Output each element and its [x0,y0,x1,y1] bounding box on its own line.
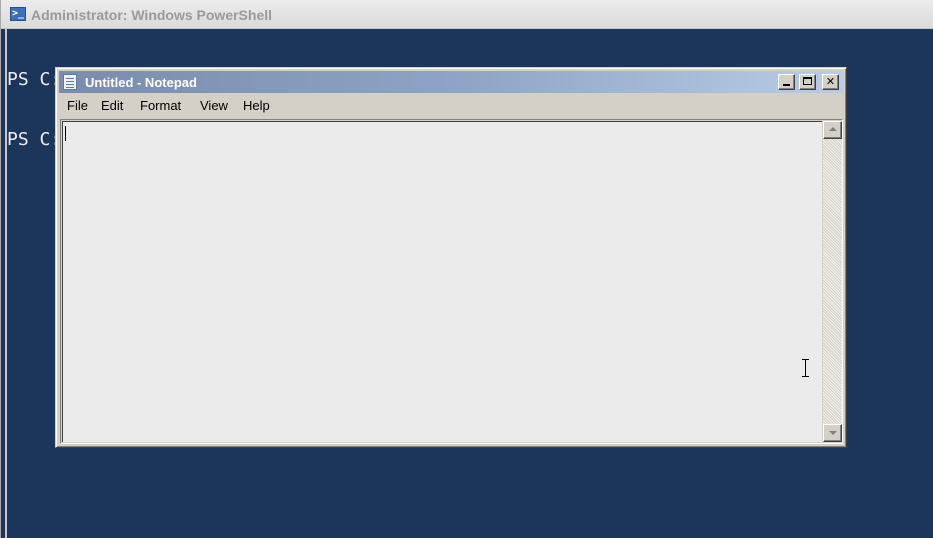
powershell-titlebar[interactable]: >_ Administrator: Windows PowerShell [1,0,933,29]
menu-file[interactable]: File [67,98,88,113]
window-title: Administrator: Windows PowerShell [31,7,273,23]
arrow-up-icon [829,127,837,131]
menu-help[interactable]: Help [243,98,270,113]
notepad-titlebar[interactable]: Untitled - Notepad ✕ [59,71,843,93]
notepad-window: Untitled - Notepad ✕ File Edit Format Vi… [55,67,847,448]
menu-format[interactable]: Format [140,98,181,113]
maximize-icon [803,77,812,85]
vertical-scrollbar[interactable] [823,121,842,442]
scroll-up-button[interactable] [823,121,842,139]
ibeam-cursor-icon [801,359,810,377]
menu-edit[interactable]: Edit [101,98,123,113]
menu-view[interactable]: View [200,98,228,113]
arrow-down-icon [829,431,837,435]
minimize-button[interactable] [778,74,795,90]
notepad-title: Untitled - Notepad [85,75,197,90]
notepad-icon[interactable] [63,74,77,90]
text-editor[interactable] [62,121,822,442]
menu-bar: File Edit Format View Help [59,95,843,115]
maximize-button[interactable] [799,74,816,90]
powershell-icon: >_ [10,7,26,21]
close-button[interactable]: ✕ [822,74,839,90]
editor-frame [60,119,843,444]
close-icon: ✕ [825,75,836,88]
minimize-icon [783,84,790,86]
scroll-down-button[interactable] [823,424,842,442]
text-caret [65,126,66,141]
